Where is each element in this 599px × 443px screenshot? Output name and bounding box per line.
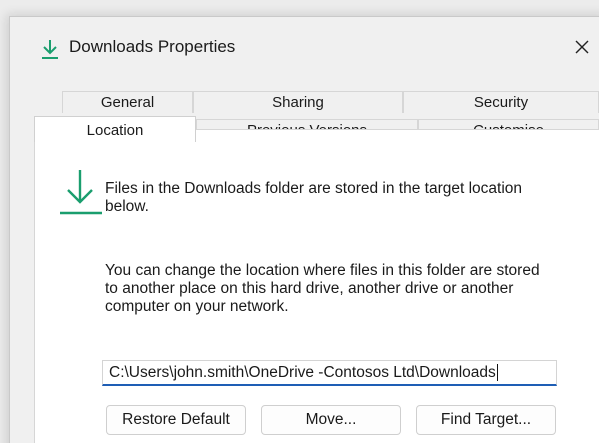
tab-security[interactable]: Security	[403, 91, 599, 113]
move-button[interactable]: Move...	[261, 405, 401, 435]
find-target-button[interactable]: Find Target...	[416, 405, 556, 435]
restore-default-button[interactable]: Restore Default	[106, 405, 246, 435]
location-description: You can change the location where files …	[105, 262, 540, 315]
info-text: Files in the Downloads folder are stored…	[105, 180, 523, 215]
tab-label: Sharing	[272, 94, 324, 111]
tab-location[interactable]: Location	[34, 116, 196, 142]
close-icon[interactable]	[570, 35, 594, 59]
target-path-input[interactable]: C:\Users\john.smith\OneDrive -Contosos L…	[102, 360, 557, 386]
tab-label: Security	[473, 94, 529, 111]
text-cursor	[496, 364, 498, 382]
target-path-value: C:\Users\john.smith\OneDrive -Contosos L…	[109, 364, 496, 381]
window-title: Downloads Properties	[69, 37, 236, 56]
tab-sharing[interactable]: Sharing	[193, 91, 403, 113]
title-bar: Downloads Properties	[10, 17, 599, 77]
tab-label: General	[100, 94, 155, 111]
screen: Downloads Properties General Sharing Sec…	[0, 0, 599, 443]
tab-label: Location	[86, 122, 144, 139]
tab-general[interactable]: General	[62, 91, 193, 113]
download-arrow-icon	[40, 38, 60, 60]
download-folder-icon	[58, 168, 104, 220]
